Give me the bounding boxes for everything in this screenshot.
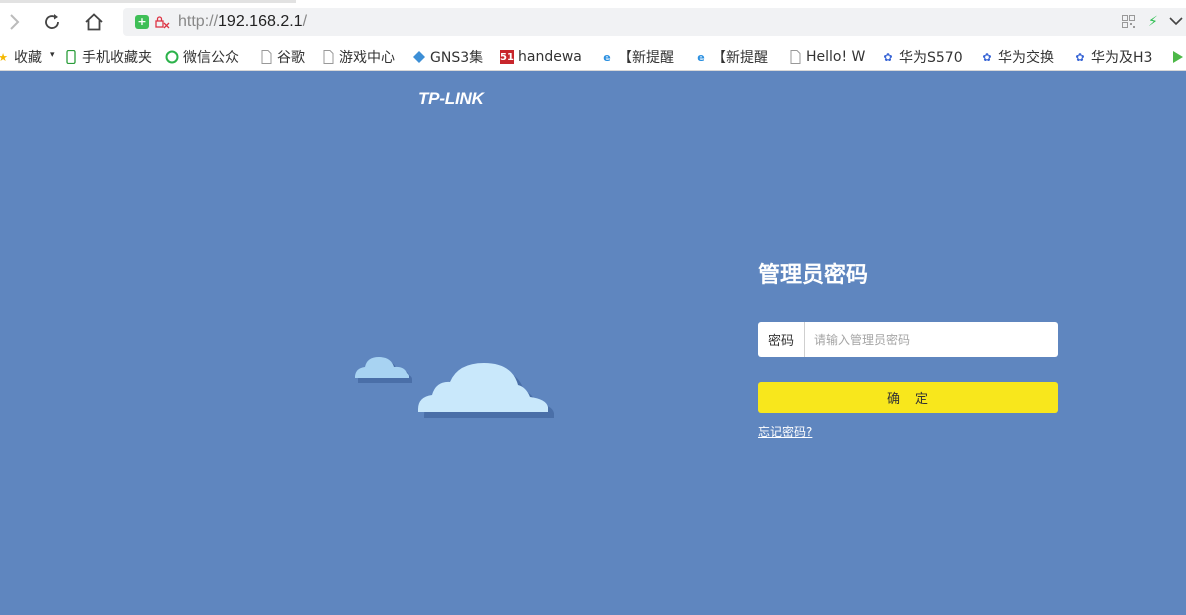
url-host: 192.168.2.1 bbox=[218, 13, 303, 30]
bookmark-item[interactable]: ✿ 华为交换 bbox=[980, 44, 1062, 70]
bookmark-item[interactable]: 51 handewa bbox=[500, 44, 587, 70]
chevron-right-icon bbox=[10, 14, 20, 30]
play-icon bbox=[1170, 50, 1184, 64]
bookmark-item[interactable]: 谷歌 bbox=[259, 44, 311, 70]
bookmark-item[interactable]: ✿ 华为及H3 bbox=[1073, 44, 1161, 70]
tab-strip-edge bbox=[0, 0, 296, 3]
bookmark-label: 【新提醒 bbox=[712, 50, 768, 66]
page-icon bbox=[259, 50, 273, 64]
address-bar[interactable]: + http://192.168.2.1/ ⚡ bbox=[123, 8, 1186, 36]
url-path: / bbox=[302, 13, 308, 30]
star-icon: ★ bbox=[0, 50, 10, 64]
gns3-icon bbox=[412, 50, 426, 64]
bookmark-item[interactable]: ✿ 华为S570 bbox=[881, 44, 969, 70]
bookmark-item[interactable]: Hello! W bbox=[788, 44, 870, 70]
url-scheme: http:// bbox=[178, 13, 219, 30]
confirm-button[interactable]: 确 定 bbox=[758, 382, 1058, 413]
forgot-password-link[interactable]: 忘记密码? bbox=[758, 423, 812, 440]
password-input[interactable] bbox=[805, 322, 1058, 357]
baidu-paw-icon: ✿ bbox=[982, 50, 992, 64]
bookmark-overflow[interactable] bbox=[1170, 44, 1186, 70]
login-panel: 管理员密码 密码 确 定 忘记密码? bbox=[758, 257, 1058, 439]
bookmark-label: 华为及H3 bbox=[1091, 50, 1153, 66]
bookmark-favorites[interactable]: ★ 收藏 bbox=[0, 44, 44, 70]
password-field-group: 密码 bbox=[758, 322, 1058, 357]
password-label: 密码 bbox=[758, 322, 805, 357]
page-title: 管理员密码 bbox=[758, 263, 869, 288]
bookmark-item[interactable]: GNS3集 bbox=[412, 44, 490, 70]
bookmark-item[interactable]: e 【新提醒 bbox=[600, 44, 680, 70]
security-shield-icon[interactable]: + bbox=[135, 15, 149, 29]
bookmark-label: 华为交换 bbox=[998, 50, 1054, 66]
url-text[interactable]: http://192.168.2.1/ bbox=[178, 13, 307, 31]
baidu-paw-icon: ✿ bbox=[1075, 50, 1085, 64]
bookmark-label: handewa bbox=[518, 49, 582, 65]
caret-down-icon[interactable]: ▾ bbox=[50, 50, 55, 60]
forward-button[interactable] bbox=[2, 10, 26, 34]
tp-link-logo: TP-LINK bbox=[418, 89, 484, 108]
wechat-icon bbox=[165, 50, 179, 64]
browser-toolbar: + http://192.168.2.1/ ⚡ bbox=[0, 0, 1186, 44]
bookmark-label: 游戏中心 bbox=[339, 50, 395, 66]
baidu-paw-icon: ✿ bbox=[883, 50, 893, 64]
site-51-icon: 51 bbox=[500, 50, 514, 64]
reload-icon bbox=[45, 14, 59, 29]
reload-button[interactable] bbox=[40, 10, 64, 34]
bookmark-label: 收藏 bbox=[14, 50, 42, 66]
bookmark-label: 微信公众 bbox=[183, 50, 239, 66]
bookmark-label: 手机收藏夹 bbox=[82, 50, 152, 66]
page-icon bbox=[788, 50, 802, 64]
bookmark-label: GNS3集 bbox=[430, 50, 484, 66]
page-icon bbox=[321, 50, 335, 64]
bookmark-item[interactable]: 手机收藏夹 bbox=[64, 44, 158, 70]
speed-mode-icon[interactable]: ⚡ bbox=[1148, 14, 1158, 30]
bookmark-label: 谷歌 bbox=[277, 50, 305, 66]
ie-icon: e bbox=[603, 50, 611, 64]
home-button[interactable] bbox=[82, 10, 106, 34]
clouds-illustration bbox=[355, 357, 554, 418]
ie-icon: e bbox=[697, 50, 705, 64]
insecure-connection-icon[interactable] bbox=[154, 14, 170, 30]
router-login-page: TP-LINK 管理员密码 密码 确 定 忘记密码? bbox=[0, 71, 1186, 615]
bookmark-item[interactable]: e 【新提醒 bbox=[694, 44, 774, 70]
bookmarks-bar: ★ 收藏 ▾ 手机收藏夹 微信公众 谷歌 游戏中心 GNS3集 51 hande… bbox=[0, 44, 1186, 71]
bookmark-item[interactable]: 微信公众 bbox=[165, 44, 245, 70]
phone-icon bbox=[64, 50, 78, 64]
bookmark-label: Hello! W bbox=[806, 49, 866, 65]
qr-code-icon[interactable] bbox=[1122, 15, 1135, 28]
chevron-down-icon[interactable] bbox=[1169, 14, 1183, 28]
bookmark-label: 【新提醒 bbox=[618, 50, 674, 66]
home-icon bbox=[85, 13, 103, 31]
bookmark-label: 华为S570 bbox=[899, 50, 963, 66]
bookmark-item[interactable]: 游戏中心 bbox=[321, 44, 403, 70]
